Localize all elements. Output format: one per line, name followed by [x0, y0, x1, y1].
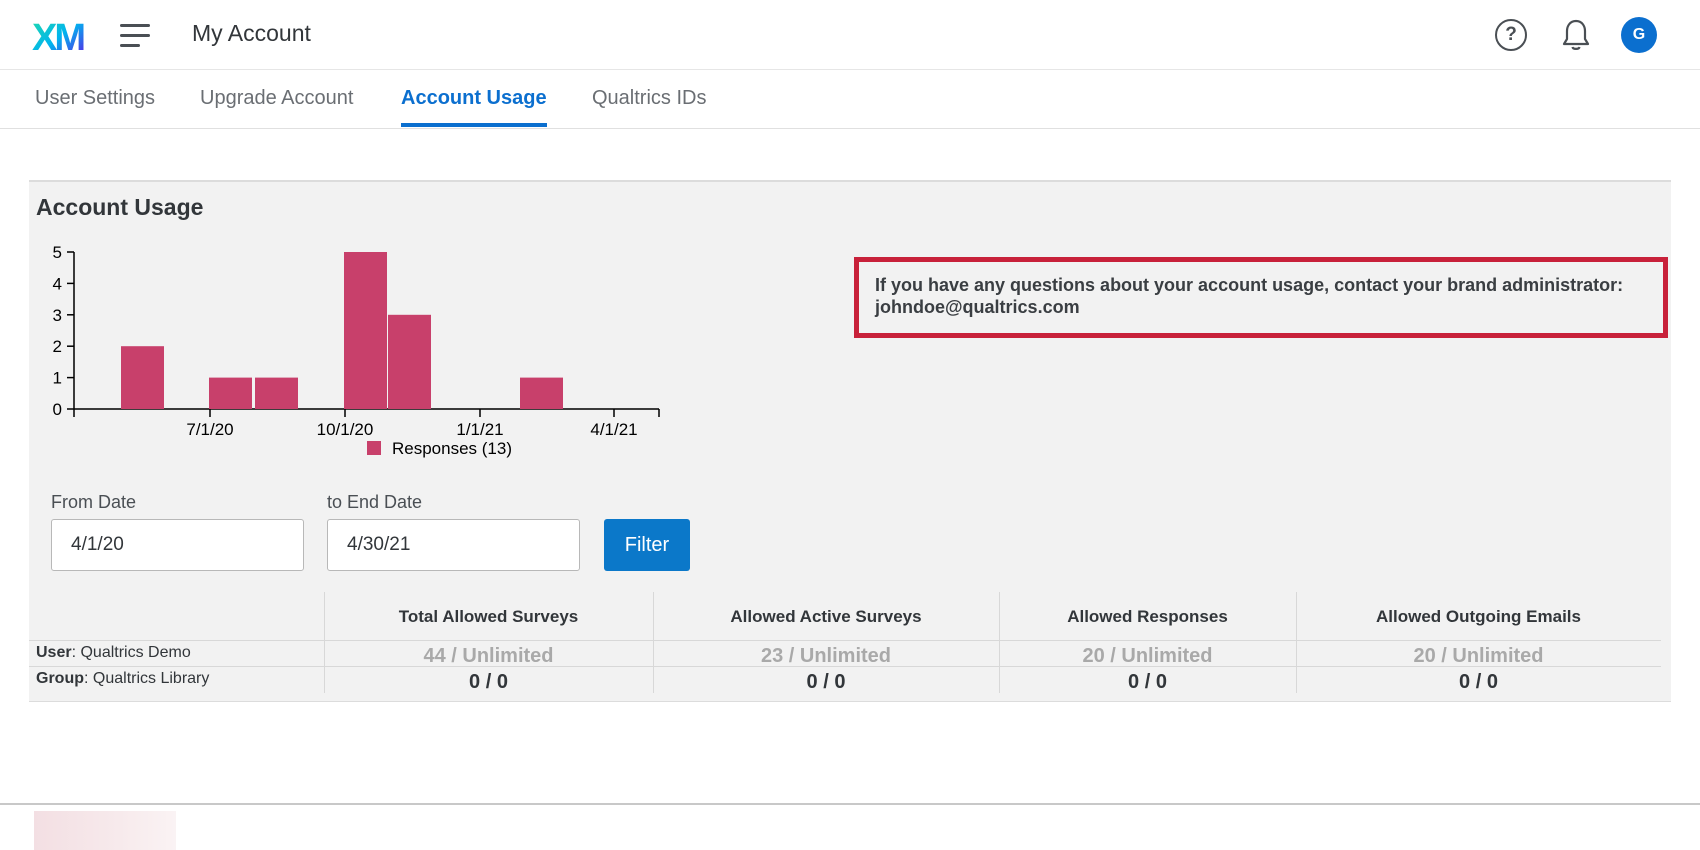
bar — [388, 314, 431, 409]
contact-admin-notice: If you have any questions about your acc… — [854, 257, 1668, 338]
table-cell: 0 / 0 — [806, 671, 846, 693]
table-cell: 20 / Unlimited — [1082, 645, 1213, 667]
bar — [209, 377, 252, 409]
footer-logo-placeholder — [34, 811, 176, 850]
x-tick-label: 10/1/20 — [317, 420, 374, 439]
tab-qualtrics-ids[interactable]: Qualtrics IDs — [592, 87, 706, 123]
group-name: : Qualtrics Library — [84, 670, 210, 687]
from-date-label: From Date — [51, 492, 137, 512]
xm-logo[interactable]: XM — [32, 17, 90, 53]
legend-swatch — [367, 441, 381, 455]
table-cell: 44 / Unlimited — [423, 645, 554, 667]
bar — [520, 377, 563, 409]
account-usage-panel: Account Usage 0 1 2 3 4 5 7/1/20 10/1/20 1/1/21 4… — [29, 180, 1671, 702]
y-tick-label: 0 — [53, 400, 62, 419]
tab-bar: User Settings Upgrade Account Account Us… — [0, 71, 1700, 129]
group-label: Group — [36, 670, 84, 687]
tab-account-usage[interactable]: Account Usage — [401, 87, 547, 127]
bar — [344, 252, 387, 409]
y-tick-label: 2 — [53, 337, 62, 356]
column-header: Allowed Active Surveys — [730, 607, 922, 626]
row-label-user: User: Qualtrics Demo — [36, 644, 191, 662]
user-label: User — [36, 644, 72, 661]
x-tick-label: 7/1/20 — [186, 420, 233, 439]
from-date-input[interactable] — [51, 519, 304, 571]
end-date-label: to End Date — [327, 492, 423, 512]
x-tick-label: 1/1/21 — [456, 420, 503, 439]
column-header: Allowed Responses — [1067, 607, 1228, 626]
panel-title: Account Usage — [36, 194, 204, 220]
y-tick-label: 4 — [53, 274, 62, 293]
filter-button[interactable]: Filter — [604, 519, 690, 571]
column-header: Allowed Outgoing Emails — [1376, 607, 1581, 626]
bell-icon[interactable] — [1560, 17, 1592, 53]
table-cell: 20 / Unlimited — [1413, 645, 1544, 667]
table-cell: 0 / 0 — [469, 671, 508, 693]
bar — [255, 377, 298, 409]
tab-upgrade-account[interactable]: Upgrade Account — [200, 87, 353, 123]
table-cell: 0 / 0 — [1459, 671, 1498, 693]
responses-bar-chart: 0 1 2 3 4 5 7/1/20 10/1/20 1/1/21 4/1/21 Responses… — [53, 243, 660, 458]
column-header: Total Allowed Surveys — [398, 607, 579, 626]
end-date-input[interactable] — [327, 519, 580, 571]
x-tick-label: 4/1/21 — [590, 420, 637, 439]
avatar[interactable]: G — [1621, 17, 1657, 53]
table-cell: 23 / Unlimited — [760, 645, 892, 667]
table-row-group: Group: Qualtrics Library 0 / 0 0 / 0 0 /… — [29, 667, 1661, 693]
tab-user-settings[interactable]: User Settings — [35, 87, 155, 123]
logo-text: XM — [32, 17, 84, 53]
question-circle-icon[interactable]: ? — [1495, 19, 1527, 51]
table-cell: 0 / 0 — [1128, 671, 1167, 693]
legend-label: Responses (13) — [392, 439, 512, 458]
page-title: My Account — [192, 20, 311, 46]
user-name: : Qualtrics Demo — [71, 644, 191, 661]
row-label-group: Group: Qualtrics Library — [36, 670, 209, 688]
y-tick-label: 5 — [53, 243, 62, 262]
table-header-row: Total Allowed Surveys Allowed Active Sur… — [29, 592, 1661, 641]
y-tick-label: 1 — [53, 369, 62, 388]
bar — [121, 346, 164, 409]
hamburger-menu-icon[interactable] — [120, 20, 152, 50]
y-tick-label: 3 — [53, 306, 62, 325]
footer-divider — [0, 803, 1700, 805]
table-row-user: User: Qualtrics Demo 44 / Unlimited 23 /… — [29, 641, 1661, 667]
top-bar: XM My Account ? G — [0, 0, 1700, 70]
